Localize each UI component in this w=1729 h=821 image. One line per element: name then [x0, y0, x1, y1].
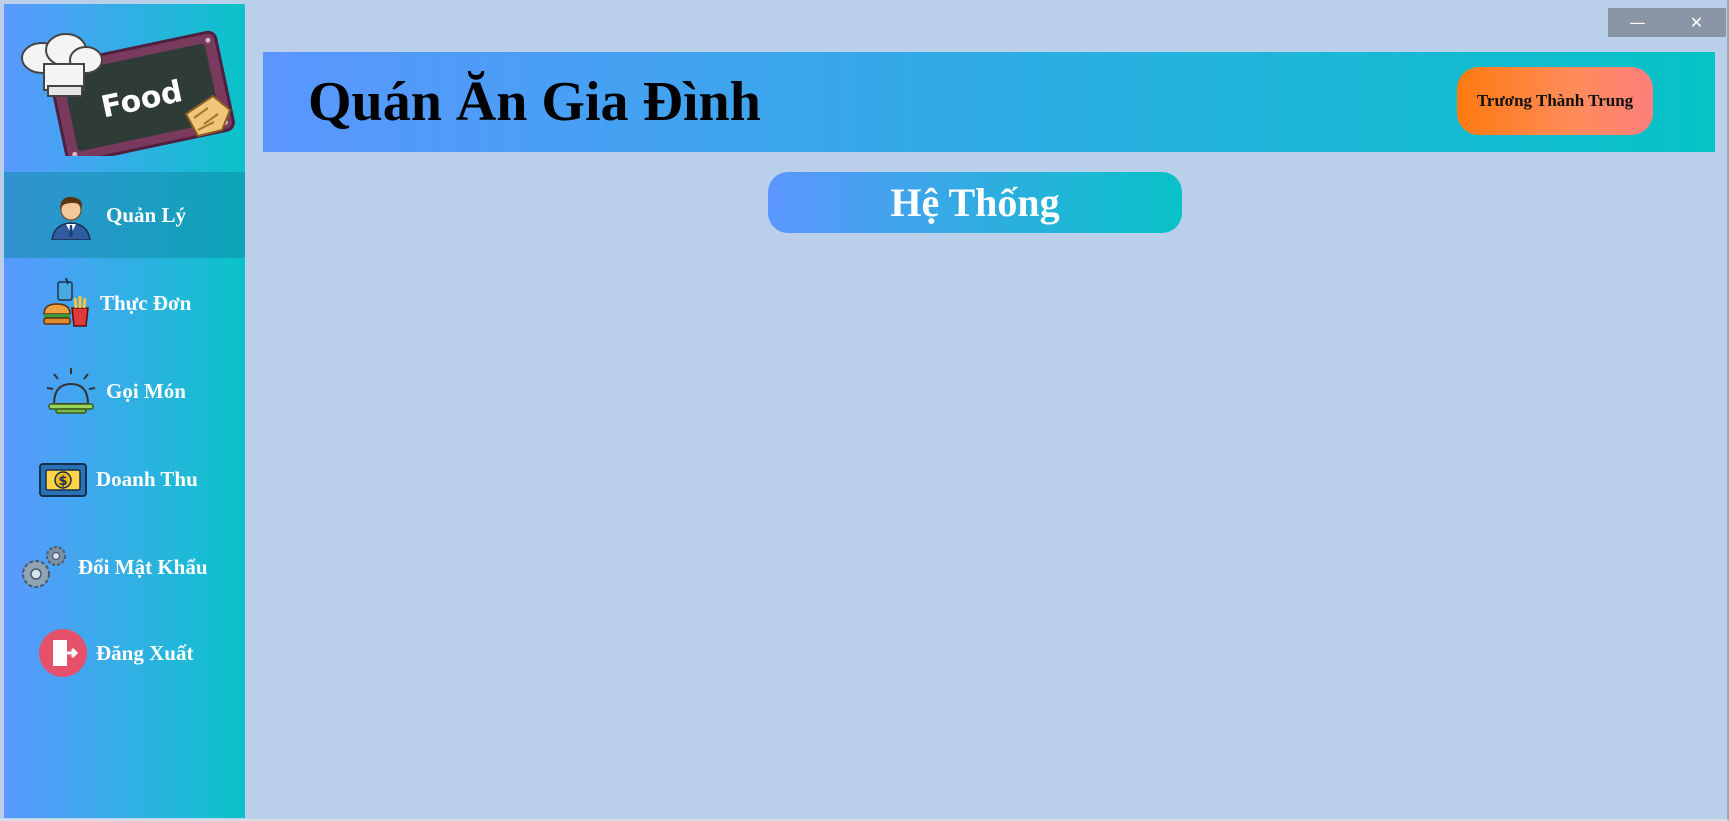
- close-button[interactable]: ✕: [1667, 8, 1726, 37]
- minimize-button[interactable]: —: [1608, 8, 1667, 37]
- food-logo: Food: [21, 30, 235, 156]
- section-title: Hệ Thống: [768, 172, 1182, 233]
- sidebar-item-dang-xuat[interactable]: Đăng Xuất: [4, 610, 245, 696]
- manager-icon: [51, 196, 91, 240]
- sidebar-item-label: Đổi Mật Khẩu: [78, 554, 208, 579]
- page-title: Quán Ăn Gia Đình: [308, 71, 761, 133]
- app-window: Food Quản Lý Thực Đơn Gọi Món $ Doanh Th…: [0, 0, 1729, 821]
- menu-food-icon: [43, 278, 89, 327]
- user-name-badge[interactable]: Trương Thành Trung: [1457, 67, 1653, 135]
- service-bell-icon: [46, 368, 96, 414]
- svg-text:$: $: [58, 474, 67, 489]
- sidebar-item-doi-mat-khau[interactable]: Đổi Mật Khẩu: [4, 524, 245, 610]
- sidebar-item-label: Doanh Thu: [96, 466, 198, 491]
- sidebar-item-doanh-thu[interactable]: $ Doanh Thu: [4, 436, 245, 522]
- gears-icon: [22, 546, 66, 588]
- sidebar-item-thuc-don[interactable]: Thực Đơn: [4, 260, 245, 346]
- sidebar-item-quan-ly[interactable]: Quản Lý: [4, 172, 245, 258]
- sidebar: Food Quản Lý Thực Đơn Gọi Món $ Doanh Th…: [4, 4, 245, 818]
- sidebar-item-label: Gọi Món: [106, 378, 186, 403]
- sidebar-item-label: Thực Đơn: [100, 290, 192, 315]
- sidebar-item-label: Quản Lý: [106, 202, 186, 227]
- money-icon: $: [39, 463, 87, 497]
- sidebar-item-label: Đăng Xuất: [96, 640, 194, 665]
- logout-icon: [39, 629, 87, 677]
- header-banner: Quán Ăn Gia Đình Trương Thành Trung: [263, 52, 1715, 152]
- window-controls: — ✕: [1608, 8, 1726, 37]
- sidebar-item-goi-mon[interactable]: Gọi Món: [4, 348, 245, 434]
